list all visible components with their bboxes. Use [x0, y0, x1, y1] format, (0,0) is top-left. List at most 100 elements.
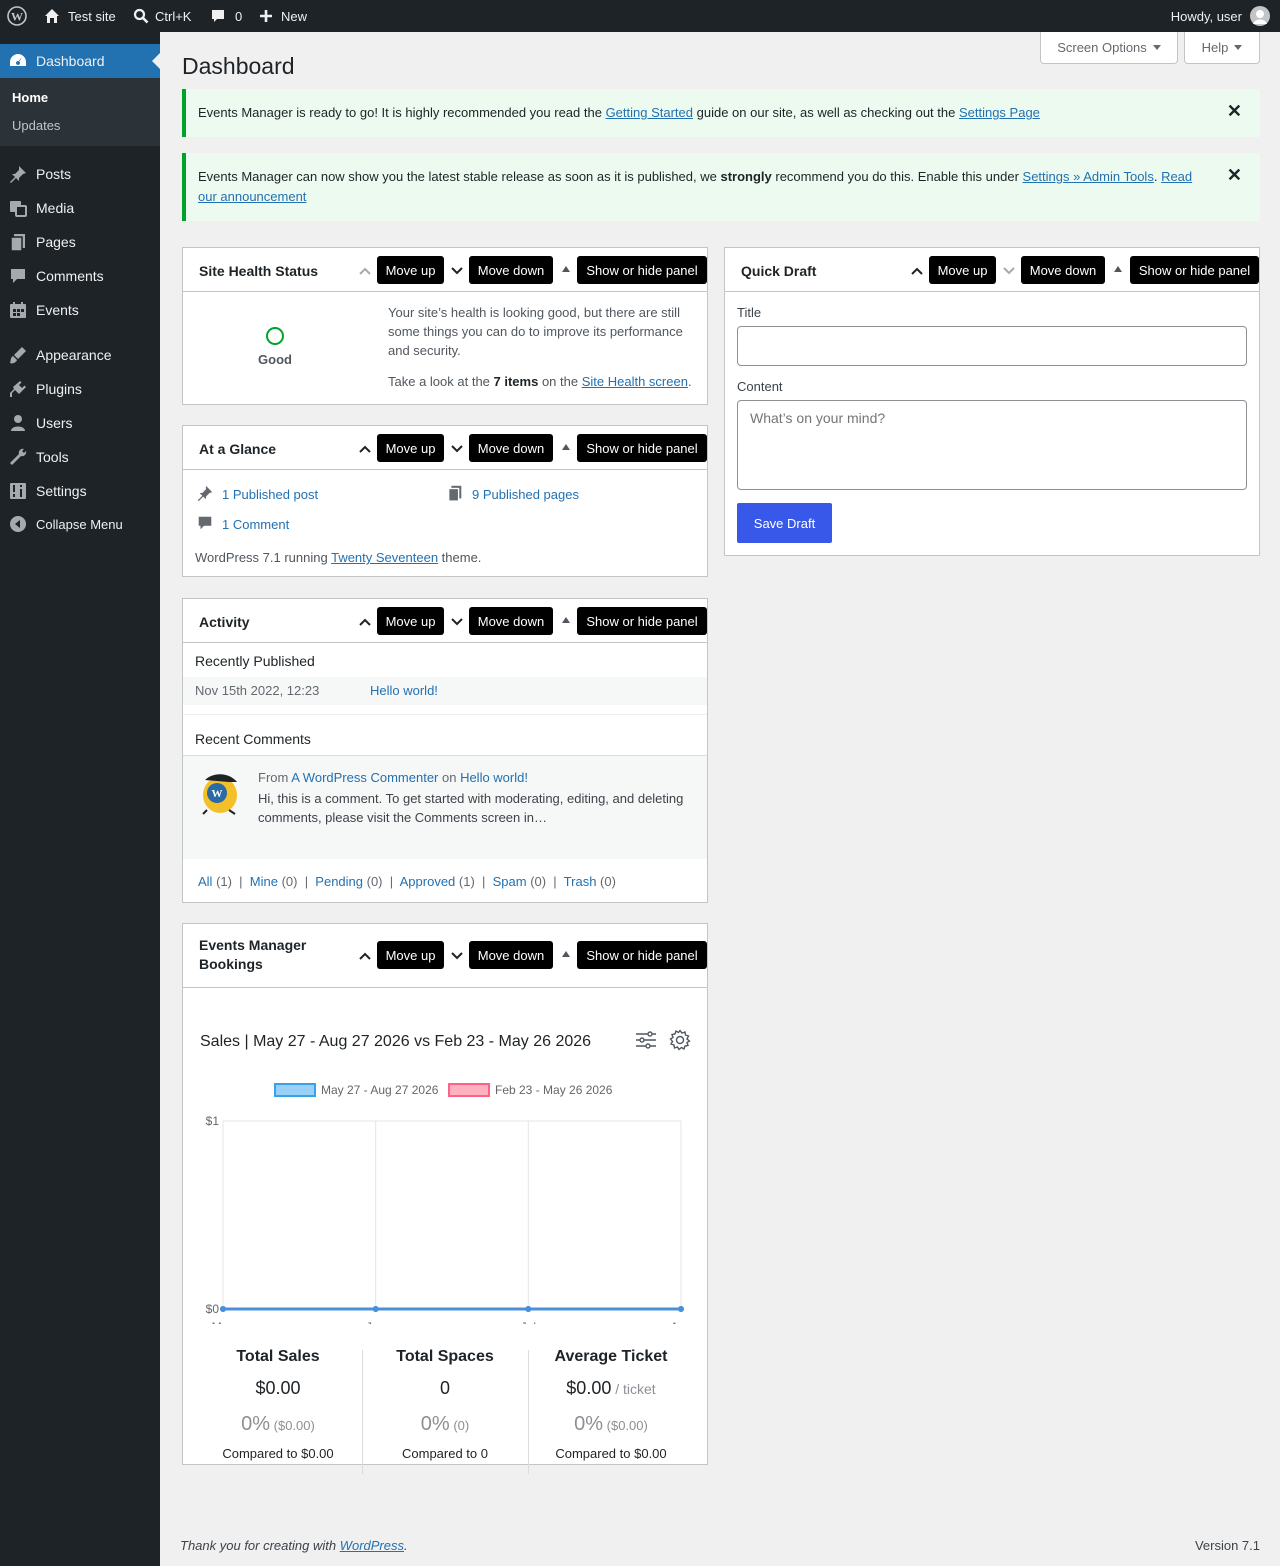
filters-icon[interactable] [635, 1030, 657, 1053]
getting-started-link[interactable]: Getting Started [606, 105, 693, 120]
health-look-text: Take a look at the [388, 374, 494, 389]
chevron-down-icon[interactable] [450, 615, 464, 629]
chevron-up-icon[interactable] [358, 949, 372, 963]
chevron-down-icon[interactable] [450, 264, 464, 278]
toggle-arrow-icon[interactable] [562, 266, 570, 272]
commenter-link[interactable]: A WordPress Commenter [291, 770, 438, 785]
search-shortcut: Ctrl+K [155, 8, 192, 24]
published-posts-link[interactable]: 1 Published post [196, 484, 318, 505]
admin-tools-link[interactable]: Settings » Admin Tools [1023, 169, 1154, 184]
menu-events[interactable]: Events [0, 293, 160, 327]
move-up-button[interactable]: Move up [377, 434, 444, 462]
health-look-text: on the [538, 374, 582, 389]
current-menu-arrow [152, 53, 160, 69]
toggle-panel-button[interactable]: Show or hide panel [577, 434, 707, 462]
toggle-panel-button[interactable]: Show or hide panel [1130, 256, 1259, 284]
comment-filter-trash[interactable]: Trash [564, 874, 597, 889]
chevron-down-icon[interactable] [450, 442, 464, 456]
comment-filter-mine[interactable]: Mine [250, 874, 278, 889]
health-status-circle [265, 326, 285, 349]
menu-comments[interactable]: Comments [0, 259, 160, 293]
chevron-up-icon[interactable] [358, 442, 372, 456]
panel-header: Events Manager Bookings Move up Move down… [183, 924, 707, 988]
menu-appearance[interactable]: Appearance [0, 338, 160, 372]
collapse-menu-button[interactable]: Collapse Menu [0, 507, 160, 541]
comments-link[interactable]: 0 [210, 0, 242, 32]
stat-percent-note: ($0.00) [270, 1418, 315, 1433]
toggle-arrow-icon[interactable] [562, 951, 570, 957]
new-content-link[interactable]: New [259, 0, 307, 32]
chevron-down-icon[interactable] [1002, 264, 1016, 278]
help-button[interactable]: Help [1184, 32, 1260, 64]
comment-filter-all[interactable]: All [198, 874, 212, 889]
move-up-button[interactable]: Move up [377, 607, 444, 635]
dismiss-notice-button[interactable]: ✕ [1227, 101, 1242, 121]
move-up-button[interactable]: Move up [377, 941, 444, 969]
wordpress-link[interactable]: WordPress [340, 1538, 404, 1553]
menu-users[interactable]: Users [0, 406, 160, 440]
toggle-arrow-icon[interactable] [562, 444, 570, 450]
move-down-button[interactable]: Move down [469, 434, 553, 462]
footer-thanks: Thank you for creating with WordPress. [180, 1538, 408, 1553]
move-down-button[interactable]: Move down [1021, 256, 1105, 284]
dismiss-notice-button[interactable]: ✕ [1227, 165, 1242, 185]
comment-meta-text: From [258, 770, 292, 785]
comment-filter-approved[interactable]: Approved [400, 874, 456, 889]
draft-title-input[interactable] [737, 326, 1247, 366]
wordpress-logo-icon[interactable]: W [7, 0, 27, 32]
move-down-button[interactable]: Move down [469, 941, 553, 969]
menu-posts[interactable]: Posts [0, 157, 160, 191]
chevron-up-icon[interactable] [358, 615, 372, 629]
menu-media[interactable]: Media [0, 191, 160, 225]
move-up-button[interactable]: Move up [929, 256, 996, 284]
toggle-panel-button[interactable]: Show or hide panel [577, 607, 707, 635]
chevron-up-icon[interactable] [358, 264, 372, 278]
toggle-arrow-icon[interactable] [562, 617, 570, 623]
move-down-button[interactable]: Move down [469, 607, 553, 635]
account-menu[interactable]: Howdy, user [1171, 0, 1270, 32]
move-up-button[interactable]: Move up [377, 256, 444, 284]
toggle-panel-button[interactable]: Show or hide panel [577, 256, 707, 284]
menu-plugins[interactable]: Plugins [0, 372, 160, 406]
comment-filter-count: (0) [596, 874, 616, 889]
at-a-glance-panel: At a Glance Move up Move down Show or hi… [182, 425, 708, 577]
comment-filters: All (1) | Mine (0) | Pending (0) | Appro… [198, 874, 616, 889]
legend-swatch-1 [448, 1083, 490, 1097]
notice-text-part: recommend you do this. Enable this under [771, 169, 1023, 184]
wp-version-info: WordPress 7.1 running Twenty Seventeen t… [195, 550, 481, 565]
menu-media-label: Media [36, 200, 75, 216]
chevron-down-icon[interactable] [450, 949, 464, 963]
toggle-arrow-icon[interactable] [1114, 266, 1122, 272]
draft-content-input[interactable] [737, 400, 1247, 490]
comment-filter-spam[interactable]: Spam [493, 874, 527, 889]
x-tick-label: Jul [521, 1320, 536, 1324]
gear-icon[interactable] [669, 1029, 691, 1054]
chevron-up-icon[interactable] [910, 264, 924, 278]
menu-settings[interactable]: Settings [0, 474, 160, 508]
stat-heading: Total Sales [236, 1348, 320, 1365]
menu-tools[interactable]: Tools [0, 440, 160, 474]
site-name: Test site [68, 8, 116, 24]
site-health-screen-link[interactable]: Site Health screen [582, 374, 688, 389]
settings-page-link[interactable]: Settings Page [959, 105, 1040, 120]
submenu-updates[interactable]: Updates [12, 118, 60, 133]
submenu-home[interactable]: Home [12, 90, 48, 105]
menu-pages-label: Pages [36, 234, 76, 250]
site-name-link[interactable]: Test site [44, 0, 116, 32]
published-pages-link[interactable]: 9 Published pages [446, 484, 579, 505]
comment-filter-pending[interactable]: Pending [315, 874, 363, 889]
theme-link[interactable]: Twenty Seventeen [331, 550, 438, 565]
menu-pages[interactable]: Pages [0, 225, 160, 259]
menu-dashboard[interactable]: Dashboard [0, 44, 160, 78]
command-palette-button[interactable]: Ctrl+K [133, 0, 191, 32]
toggle-panel-button[interactable]: Show or hide panel [577, 941, 707, 969]
move-down-button[interactable]: Move down [469, 256, 553, 284]
comment-icon [196, 514, 214, 535]
notice-text-part: Events Manager can now show you the late… [198, 169, 721, 184]
comment-post-link[interactable]: Hello world! [460, 770, 528, 785]
screen-options-button[interactable]: Screen Options [1040, 32, 1178, 64]
recent-post-link[interactable]: Hello world! [370, 683, 438, 698]
save-draft-button[interactable]: Save Draft [737, 503, 832, 543]
data-point [678, 1306, 684, 1312]
comments-count-link[interactable]: 1 Comment [196, 514, 289, 535]
